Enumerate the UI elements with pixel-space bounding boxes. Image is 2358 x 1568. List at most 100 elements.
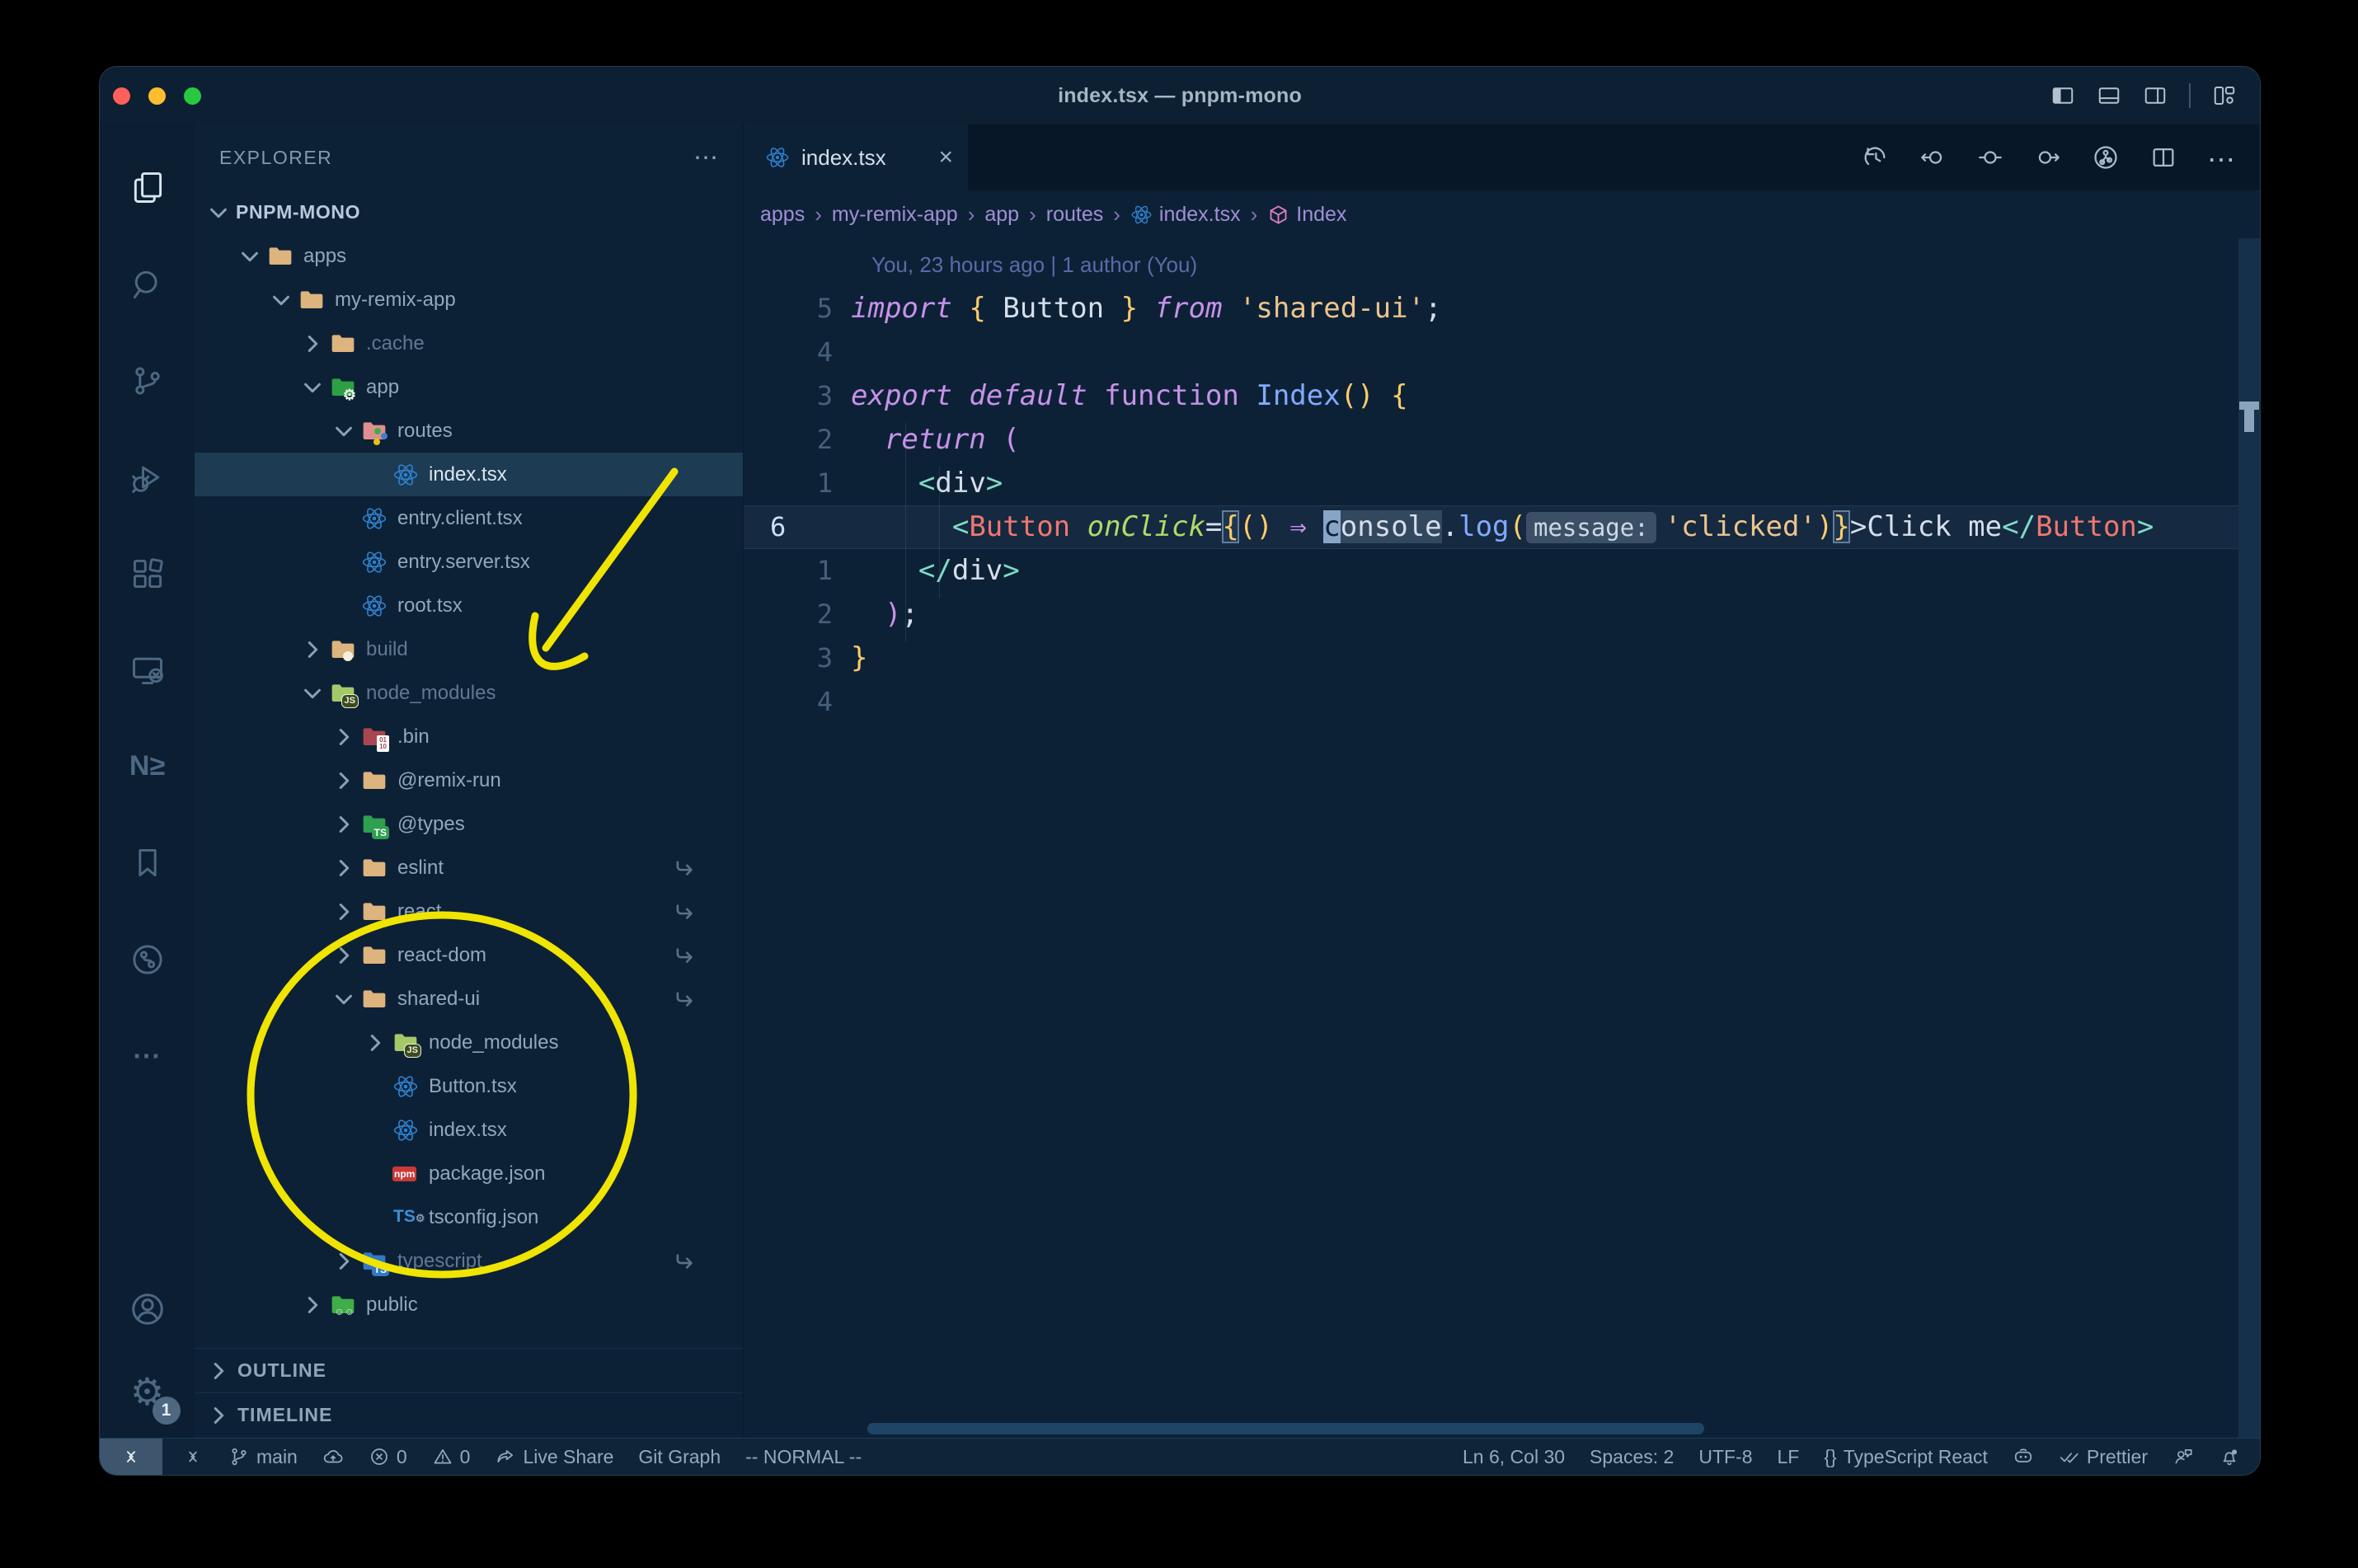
activitybar-item-extensions[interactable] [121,525,174,622]
tree-item--bin[interactable]: 01 10 .bin [195,715,743,758]
activitybar-item-explorer[interactable] [121,139,174,236]
chevron-right-icon[interactable] [331,725,356,749]
status-vim-mode[interactable]: -- NORMAL -- [745,1446,862,1468]
tree-item-package-json[interactable]: npm package.json [195,1152,743,1195]
explorer-more-actions-icon[interactable]: ⋯ [693,143,718,172]
line-number[interactable]: 1 [744,549,851,593]
code-line[interactable]: 2 ); [744,593,2260,636]
activitybar-item-accounts[interactable] [121,1268,174,1350]
status-live-share[interactable]: Live Share [495,1446,613,1468]
close-window-button[interactable] [113,87,130,105]
tree-item-entry-client-tsx[interactable]: entry.client.tsx [195,496,743,540]
breadcrumb-item-index[interactable]: Index [1267,203,1346,227]
panel-left-icon[interactable] [2050,83,2075,108]
nav-forward-icon[interactable] [2034,143,2062,171]
code-line[interactable]: 4 [744,331,2260,374]
line-number[interactable]: 2 [744,418,851,462]
tree-item-button-tsx[interactable]: Button.tsx [195,1064,743,1108]
chevron-right-icon[interactable] [206,1403,231,1428]
status-indentation[interactable]: Spaces: 2 [1590,1446,1674,1468]
tree-item-pnpm-mono[interactable]: PNPM-MONO [195,190,743,234]
minimize-window-button[interactable] [148,87,166,105]
status-cursor-position[interactable]: Ln 6, Col 30 [1463,1446,1565,1468]
section-timeline[interactable]: TIMELINE [195,1392,743,1437]
chevron-down-icon[interactable] [237,244,262,269]
activitybar-item-search[interactable] [121,236,174,332]
tree-item-my-remix-app[interactable]: my-remix-app [195,278,743,322]
tab-index-tsx[interactable]: index.tsx × [744,124,968,190]
panel-right-icon[interactable] [2143,83,2168,108]
chevron-right-icon[interactable] [206,1359,231,1383]
remote-indicator[interactable] [100,1439,162,1475]
tree-item-tsconfig-json[interactable]: TS⚙ tsconfig.json [195,1195,743,1239]
vertical-scrollbar[interactable] [2238,238,2260,1438]
tree-item-apps[interactable]: apps [195,234,743,278]
status-remote-indicator[interactable] [182,1446,204,1467]
activitybar-item-more-views[interactable]: ⋯ [121,1007,174,1104]
tree-item-index-tsx[interactable]: index.tsx [195,453,743,496]
breadcrumb-item-app[interactable]: app [984,203,1019,227]
chevron-down-icon[interactable] [300,681,325,706]
status-git-graph[interactable]: Git Graph [638,1446,721,1468]
status-eol[interactable]: LF [1778,1446,1800,1468]
tree-item--cache[interactable]: .cache [195,322,743,365]
tree-item--types[interactable]: TS @types [195,802,743,846]
tree-item-entry-server-tsx[interactable]: entry.server.tsx [195,540,743,584]
chevron-down-icon[interactable] [300,375,325,400]
branch-circle-icon[interactable] [2092,143,2120,171]
chevron-right-icon[interactable] [331,943,356,968]
tab-close-icon[interactable]: × [938,143,953,171]
status-encoding[interactable]: UTF-8 [1698,1446,1752,1468]
layout-custom-icon[interactable] [2212,83,2237,108]
tree-item-build[interactable]: build [195,627,743,671]
line-number[interactable]: 3 [744,636,851,680]
chevron-right-icon[interactable] [331,856,356,880]
activitybar-item-run-debug[interactable] [121,429,174,525]
git-blame-annotation[interactable]: You, 23 hours ago | 1 author (You) [871,252,1197,278]
horizontal-scrollbar[interactable] [867,1423,1704,1434]
breadcrumb-item-my-remix-app[interactable]: my-remix-app [832,203,958,227]
activitybar-item-settings[interactable]: ⚙ 1 [121,1350,181,1433]
chevron-down-icon[interactable] [206,200,231,225]
tree-item-routes[interactable]: routes [195,409,743,453]
split-icon[interactable] [2149,143,2177,171]
line-number[interactable]: 5 [744,287,851,331]
code-line[interactable]: 1 </div> [744,549,2260,593]
breadcrumb-item-routes[interactable]: routes [1046,203,1103,227]
line-number[interactable]: 6 [744,505,851,549]
activitybar-item-remote-explorer[interactable] [121,622,174,718]
nav-back-icon[interactable] [1919,143,1947,171]
activitybar-item-nx-console[interactable]: N≥ [121,718,174,815]
history-icon[interactable] [1861,143,1889,171]
breadcrumb-item-apps[interactable]: apps [760,203,805,227]
nav-circle-icon[interactable] [1976,143,2004,171]
tree-item-shared-ui[interactable]: shared-ui [195,977,743,1021]
tree-item-public[interactable]: ☺☺ public [195,1283,743,1326]
status-warnings[interactable]: 0 [432,1446,470,1468]
tree-item-eslint[interactable]: eslint [195,846,743,890]
code-line[interactable]: 3 export default function Index() { [744,374,2260,418]
tree-item-node-modules[interactable]: JS node_modules [195,1021,743,1064]
panel-bottom-icon[interactable] [2097,83,2121,108]
status-git-branch[interactable]: main [228,1446,298,1468]
section-outline[interactable]: OUTLINE [195,1348,743,1392]
status-errors[interactable]: 0 [369,1446,407,1468]
tree-item--remix-run[interactable]: @remix-run [195,758,743,802]
zoom-window-button[interactable] [184,87,201,105]
chevron-right-icon[interactable] [300,637,325,662]
code-line[interactable]: 3} [744,636,2260,680]
breadcrumb-item-index-tsx[interactable]: index.tsx [1130,203,1241,227]
chevron-down-icon[interactable] [269,288,294,312]
chevron-right-icon[interactable] [331,812,356,837]
tree-item-app[interactable]: ⚙ app [195,365,743,409]
status-copilot[interactable] [2013,1446,2034,1467]
activitybar-item-gitlens[interactable] [121,911,174,1007]
chevron-down-icon[interactable] [331,419,356,444]
tree-item-react-dom[interactable]: react-dom [195,933,743,977]
activitybar-item-bookmarks[interactable] [121,815,174,911]
chevron-right-icon[interactable] [331,899,356,924]
line-number[interactable]: 2 [744,593,851,636]
chevron-right-icon[interactable] [331,768,356,793]
chevron-down-icon[interactable] [331,987,356,1012]
line-number[interactable]: 3 [744,374,851,418]
